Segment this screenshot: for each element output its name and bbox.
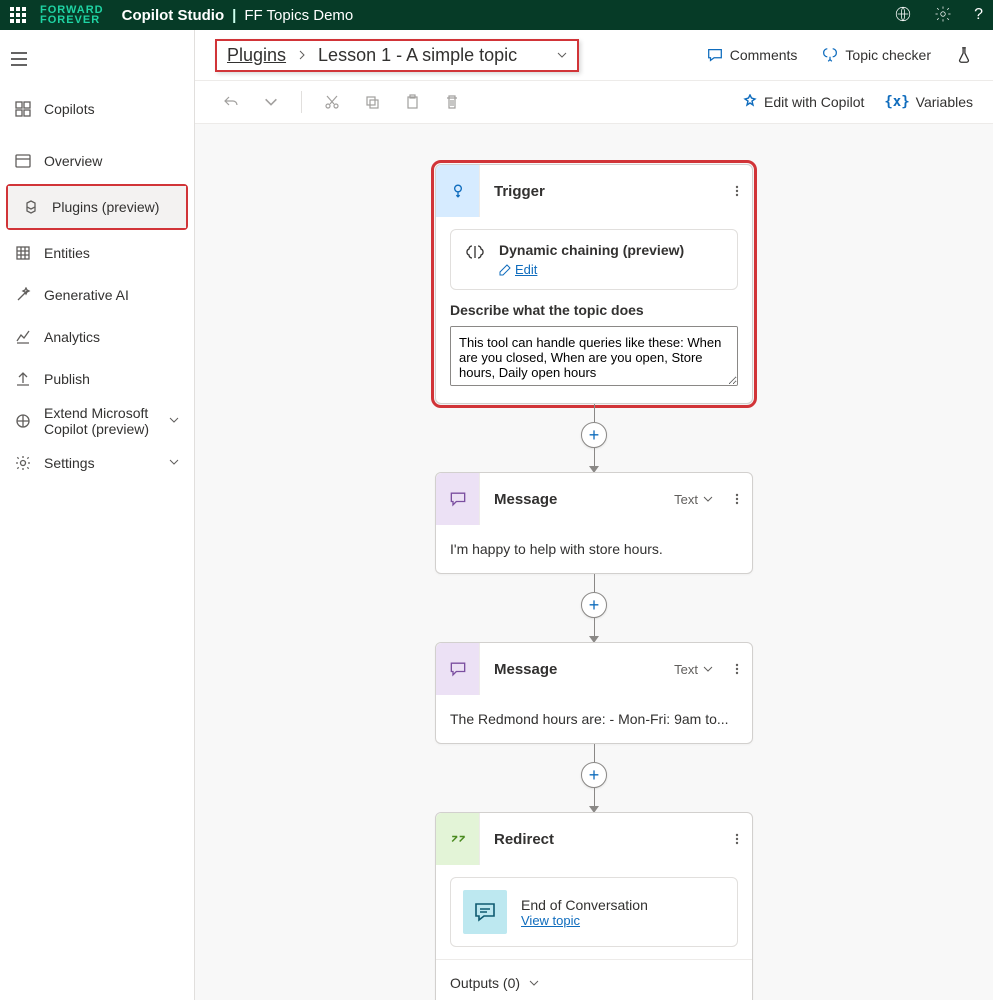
trigger-icon <box>436 165 480 217</box>
message-body[interactable]: The Redmond hours are: - Mon-Fri: 9am to… <box>436 695 752 743</box>
publish-icon <box>14 370 32 388</box>
gear-icon <box>14 454 32 472</box>
redirect-target-card[interactable]: End of Conversation View topic <box>450 877 738 947</box>
plugin-icon <box>22 198 40 216</box>
app-launcher-icon[interactable] <box>10 7 26 23</box>
redirect-node[interactable]: Redirect End of Conversation View topic <box>435 812 753 1000</box>
nav-entities[interactable]: Entities <box>0 232 194 274</box>
variables-button[interactable]: {x} Variables <box>884 94 973 110</box>
left-nav: Copilots Overview Plugins (preview) Enti… <box>0 30 195 1000</box>
node-title: Redirect <box>480 831 722 848</box>
breadcrumb-root[interactable]: Plugins <box>227 45 286 66</box>
top-bar: FORWARD FOREVER Copilot Studio | FF Topi… <box>0 0 993 30</box>
overview-icon <box>14 152 32 170</box>
chevron-down-icon <box>168 455 180 471</box>
nav-label: Publish <box>44 371 90 387</box>
nav-collapse-button[interactable] <box>0 40 38 78</box>
message-node[interactable]: Message Text I'm happy to help with stor… <box>435 472 753 574</box>
copy-button[interactable] <box>356 86 388 118</box>
edit-link[interactable]: Edit <box>499 262 684 277</box>
message-icon <box>436 643 480 695</box>
brand-logo: FORWARD FOREVER <box>40 5 104 25</box>
variables-icon: {x} <box>884 94 909 110</box>
entities-icon <box>14 244 32 262</box>
message-icon <box>436 473 480 525</box>
diagnostics-icon[interactable] <box>894 5 912 26</box>
node-menu-button[interactable] <box>722 832 752 846</box>
nav-analytics[interactable]: Analytics <box>0 316 194 358</box>
paste-button[interactable] <box>396 86 428 118</box>
node-menu-button[interactable] <box>722 184 752 198</box>
node-menu-button[interactable] <box>722 662 752 676</box>
nav-overview[interactable]: Overview <box>0 140 194 182</box>
nav-label: Entities <box>44 245 90 261</box>
message-type-selector[interactable]: Text <box>674 492 714 507</box>
breadcrumb-leaf: Lesson 1 - A simple topic <box>318 45 517 66</box>
message-type-selector[interactable]: Text <box>674 662 714 677</box>
nav-label: Extend Microsoft Copilot (preview) <box>44 405 156 437</box>
nav-label: Analytics <box>44 329 100 345</box>
main-area: Plugins Lesson 1 - A simple topic Commen… <box>195 30 993 1000</box>
node-menu-button[interactable] <box>722 492 752 506</box>
brain-icon <box>463 242 487 266</box>
description-label: Describe what the topic does <box>450 302 738 318</box>
topbar-title: Copilot Studio | FF Topics Demo <box>122 7 354 24</box>
nav-label: Overview <box>44 153 102 169</box>
chart-icon <box>14 328 32 346</box>
outputs-toggle[interactable]: Outputs (0) <box>436 959 752 1000</box>
nav-generative[interactable]: Generative AI <box>0 274 194 316</box>
undo-dropdown[interactable] <box>255 86 287 118</box>
description-textarea[interactable] <box>450 326 738 386</box>
add-node-button[interactable]: + <box>581 422 607 448</box>
nav-extend[interactable]: Extend Microsoft Copilot (preview) <box>0 400 194 442</box>
chain-title: Dynamic chaining (preview) <box>499 242 684 258</box>
view-topic-link[interactable]: View topic <box>521 913 648 928</box>
help-icon[interactable]: ? <box>974 6 983 24</box>
breadcrumb[interactable]: Plugins Lesson 1 - A simple topic <box>215 39 579 72</box>
cut-button[interactable] <box>316 86 348 118</box>
edit-with-copilot-button[interactable]: Edit with Copilot <box>742 94 864 110</box>
chevron-down-icon <box>168 413 180 429</box>
delete-button[interactable] <box>436 86 468 118</box>
copilots-icon <box>14 100 32 118</box>
comments-button[interactable]: Comments <box>706 46 798 64</box>
nav-plugins[interactable]: Plugins (preview) <box>8 186 186 228</box>
wand-icon <box>14 286 32 304</box>
nav-publish[interactable]: Publish <box>0 358 194 400</box>
nav-settings[interactable]: Settings <box>0 442 194 484</box>
chevron-down-icon[interactable] <box>555 48 569 62</box>
add-node-button[interactable]: + <box>581 762 607 788</box>
redirect-target-title: End of Conversation <box>521 897 648 913</box>
node-title: Trigger <box>480 183 722 200</box>
node-title: Message <box>480 491 674 508</box>
chevron-right-icon <box>296 49 308 61</box>
topic-checker-button[interactable]: Topic checker <box>821 46 931 64</box>
message-body[interactable]: I'm happy to help with store hours. <box>436 525 752 573</box>
nav-label: Settings <box>44 455 156 471</box>
canvas[interactable]: Trigger Dynamic chaining (preview) Edit <box>195 124 993 1000</box>
nav-copilots[interactable]: Copilots <box>0 88 194 130</box>
node-title: Message <box>480 661 674 678</box>
conversation-icon <box>463 890 507 934</box>
nav-label: Copilots <box>44 101 95 117</box>
undo-button[interactable] <box>215 86 247 118</box>
nav-label: Generative AI <box>44 287 129 303</box>
add-node-button[interactable]: + <box>581 592 607 618</box>
gear-icon[interactable] <box>934 5 952 26</box>
chevron-down-icon <box>528 977 540 989</box>
nav-label: Plugins (preview) <box>52 199 159 215</box>
test-button[interactable] <box>955 46 973 64</box>
dynamic-chaining-card[interactable]: Dynamic chaining (preview) Edit <box>450 229 738 290</box>
redirect-icon <box>436 813 480 865</box>
trigger-node[interactable]: Trigger Dynamic chaining (preview) Edit <box>435 164 753 404</box>
extend-icon <box>14 412 32 430</box>
message-node[interactable]: Message Text The Redmond hours are: - Mo… <box>435 642 753 744</box>
